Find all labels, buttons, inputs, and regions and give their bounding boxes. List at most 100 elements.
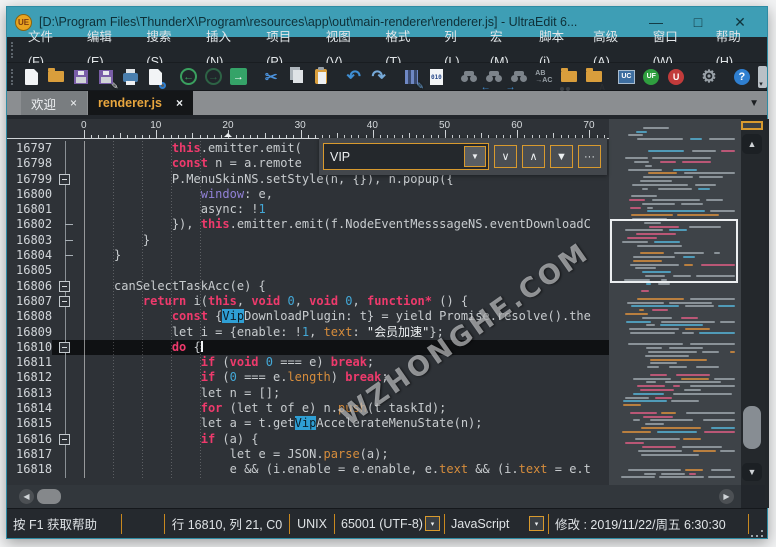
- fold-margin: [52, 217, 80, 232]
- ultracompare-icon[interactable]: UC: [615, 64, 638, 90]
- toolbar-overflow[interactable]: ▾: [758, 66, 767, 88]
- new-file-icon[interactable]: [20, 64, 43, 90]
- fold-margin[interactable]: [52, 340, 80, 355]
- fold-margin[interactable]: [52, 279, 80, 294]
- tab-close-icon[interactable]: ×: [176, 96, 183, 110]
- find-in-files-icon[interactable]: [557, 64, 580, 90]
- fold-collapse-icon[interactable]: [59, 174, 70, 185]
- vertical-scrollbar[interactable]: ▲ ▼: [741, 119, 765, 485]
- fold-collapse-icon[interactable]: [59, 434, 70, 445]
- search-input[interactable]: [324, 150, 464, 164]
- fold-collapse-icon[interactable]: [59, 296, 70, 307]
- fold-collapse-icon[interactable]: [59, 342, 70, 353]
- scroll-up-icon[interactable]: ▲: [742, 134, 762, 154]
- code-row: 16815 let a = t.getVipAccelerateMenuStat…: [7, 416, 609, 431]
- indent-guide: [84, 141, 85, 478]
- ultrafinder-icon[interactable]: UF: [640, 64, 663, 90]
- code-text: do {: [80, 340, 609, 355]
- find-prev-icon[interactable]: ←: [483, 64, 506, 90]
- print-preview-icon[interactable]: [144, 64, 167, 90]
- minimap-line: [714, 378, 735, 380]
- copy-icon[interactable]: [285, 64, 308, 90]
- find-next-button[interactable]: ∨: [494, 145, 517, 168]
- horizontal-scroll-thumb[interactable]: [37, 489, 61, 504]
- code-token: }),: [172, 217, 201, 231]
- redo-icon[interactable]: ↷: [367, 64, 390, 90]
- status-bar: 按 F1 获取帮助 行 16810, 列 21, C0 UNIX 65001 (…: [7, 508, 767, 538]
- save-icon[interactable]: [70, 64, 93, 90]
- print-icon[interactable]: [120, 64, 143, 90]
- ruler-tick: [156, 130, 157, 138]
- minimap-line: [628, 169, 662, 171]
- settings-icon[interactable]: ⚙: [698, 64, 721, 90]
- toolbar-grip[interactable]: [11, 69, 14, 85]
- minimap-line: [650, 359, 707, 361]
- tab-欢迎[interactable]: 欢迎×: [21, 91, 87, 115]
- vertical-scroll-thumb[interactable]: [743, 406, 761, 449]
- search-match-highlight: Vip: [222, 309, 244, 323]
- more-button[interactable]: ···: [578, 145, 601, 168]
- hex-mode-icon[interactable]: 010: [425, 64, 448, 90]
- status-line-ending[interactable]: UNIX: [290, 517, 334, 531]
- horizontal-scrollbar[interactable]: ◀ ▶: [7, 485, 741, 508]
- fold-collapse-icon[interactable]: [59, 281, 70, 292]
- scroll-left-icon[interactable]: ◀: [19, 489, 34, 504]
- column-mode-icon[interactable]: ✎: [400, 64, 423, 90]
- column-ruler: 010203040506070: [7, 119, 609, 139]
- line-number: 16816: [7, 432, 52, 447]
- tab-close-icon[interactable]: ×: [70, 96, 77, 110]
- minimap-line: [650, 374, 667, 376]
- undo-icon[interactable]: ↶: [342, 64, 365, 90]
- forward-icon[interactable]: →: [202, 64, 225, 90]
- fold-margin[interactable]: [52, 432, 80, 447]
- code-token: (: [215, 355, 229, 369]
- menubar-grip[interactable]: [11, 42, 14, 58]
- replace-icon[interactable]: AB →AC: [532, 64, 555, 90]
- minimap-line: [681, 378, 709, 380]
- find-prev-icon-glyph: [486, 71, 502, 82]
- minimap-line: [623, 400, 667, 402]
- line-number: 16814: [7, 401, 52, 416]
- replace-in-files-icon[interactable]: A: [582, 64, 605, 90]
- fold-margin[interactable]: [52, 172, 80, 187]
- language-dropdown-button[interactable]: ▾: [529, 516, 544, 531]
- open-file-icon[interactable]: [45, 64, 68, 90]
- tab-renderer.js[interactable]: renderer.js×: [88, 91, 193, 115]
- status-encoding[interactable]: 65001 (UTF-8): [335, 517, 425, 531]
- save-as-icon[interactable]: ✎: [95, 64, 118, 90]
- scroll-right-icon[interactable]: ▶: [719, 489, 734, 504]
- cut-icon[interactable]: ✂: [260, 64, 283, 90]
- code-row: 16811 if (void 0 === e) break;: [7, 355, 609, 370]
- find-next-icon[interactable]: →: [508, 64, 531, 90]
- find-icon[interactable]: [458, 64, 481, 90]
- encoding-dropdown-button[interactable]: ▾: [425, 516, 440, 531]
- code-text: }: [80, 248, 609, 263]
- tab-list-dropdown-icon[interactable]: ▼: [749, 98, 759, 109]
- search-dropdown-icon[interactable]: ▼: [464, 146, 486, 167]
- tab-bar: 欢迎×renderer.js× ▼: [7, 91, 767, 115]
- goto-icon[interactable]: →: [227, 64, 250, 90]
- code-token: ,: [309, 325, 323, 339]
- resize-grip[interactable]: [749, 520, 765, 536]
- code-token: (let t of e) n.: [222, 401, 338, 415]
- code-text: let a = t.getVipAccelerateMenuState(n);: [80, 416, 609, 431]
- fold-margin[interactable]: [52, 294, 80, 309]
- ruler-tick: [221, 135, 222, 138]
- code-token: async: !: [201, 202, 259, 216]
- code-text: if (void 0 === e) break;: [80, 355, 609, 370]
- status-language[interactable]: JavaScript: [445, 517, 529, 531]
- minimap-viewport[interactable]: [610, 219, 738, 283]
- code-row: 16808 const {VipDownloadPlugin: t} = yie…: [7, 309, 609, 324]
- scroll-down-icon[interactable]: ▼: [742, 463, 762, 481]
- minimap-line: [647, 207, 653, 209]
- filter-button[interactable]: ▼: [550, 145, 573, 168]
- ruler-label: 70: [583, 120, 594, 131]
- help-icon[interactable]: ?: [730, 64, 753, 90]
- paste-icon[interactable]: [310, 64, 333, 90]
- ultraftp-icon[interactable]: U: [665, 64, 688, 90]
- search-combo[interactable]: ▼: [323, 143, 489, 170]
- find-prev-button[interactable]: ∧: [522, 145, 545, 168]
- minimap[interactable]: [609, 119, 741, 485]
- paste-icon-glyph: [315, 69, 327, 84]
- back-icon[interactable]: ←: [177, 64, 200, 90]
